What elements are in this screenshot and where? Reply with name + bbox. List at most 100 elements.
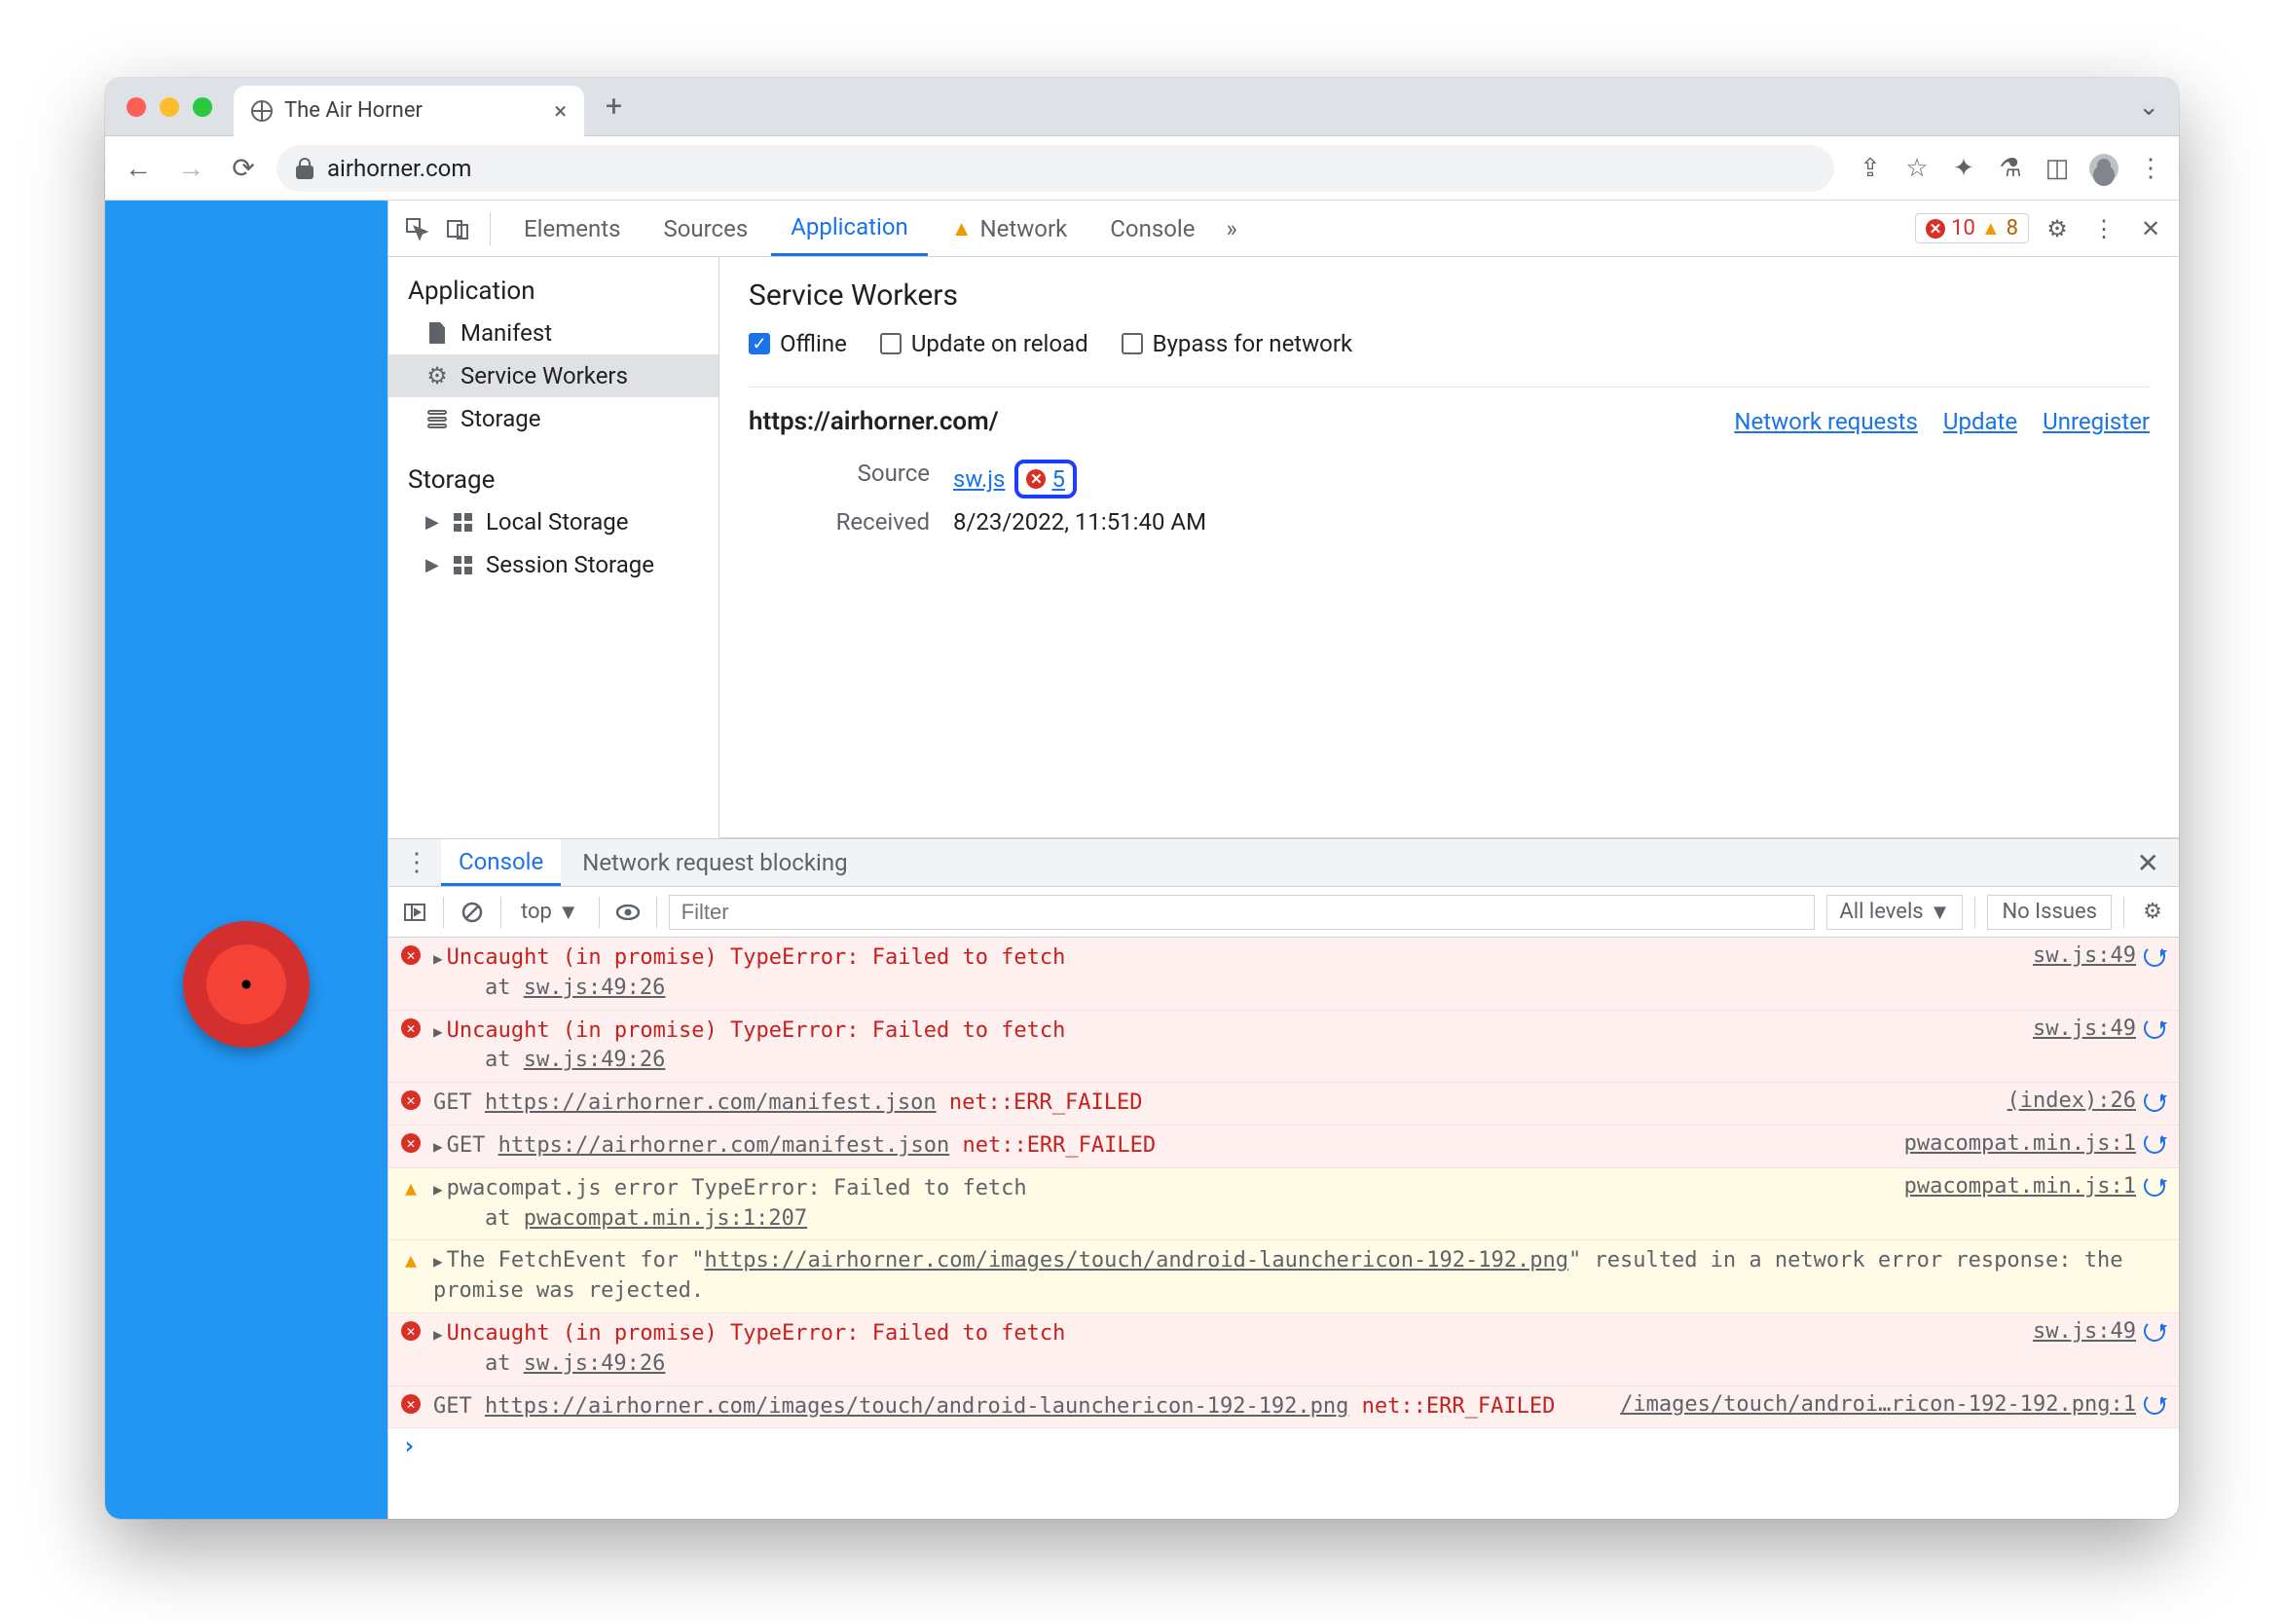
sw-error-badge[interactable]: ✕ 5 [1014,460,1077,498]
console-settings-gear-icon[interactable]: ⚙ [2136,896,2169,929]
close-window-icon[interactable] [127,97,146,117]
extensions-icon[interactable]: ✦ [1949,154,1978,183]
stack-link[interactable]: sw.js:49:26 [524,976,666,1000]
tab-console[interactable]: Console [1090,201,1214,256]
expand-icon[interactable]: ▶ [433,1180,447,1199]
stack-link[interactable]: sw.js:49:26 [524,1351,666,1376]
reload-button[interactable]: ⟳ [224,149,263,188]
share-icon[interactable]: ⇪ [1856,154,1885,183]
reload-icon[interactable] [2144,945,2165,967]
airhorn-button[interactable] [183,921,310,1048]
url-link[interactable]: https://airhorner.com/images/touch/andro… [485,1394,1348,1419]
source-link[interactable]: pwacompat.min.js:1 [1904,1174,2136,1199]
tabs-menu-chevron-icon[interactable]: ⌄ [2138,92,2159,122]
source-link[interactable]: pwacompat.min.js:1 [1904,1131,2136,1156]
tab-application[interactable]: Application [771,201,928,256]
expand-icon[interactable]: ▶ [433,1137,447,1156]
console-error-row[interactable]: ✕GET https://airhorner.com/images/touch/… [388,1386,2179,1429]
back-button[interactable]: ← [119,149,158,188]
context-selector[interactable]: top ▼ [513,900,587,925]
lock-icon[interactable] [296,158,313,179]
more-tabs-icon[interactable]: » [1218,215,1244,242]
expand-icon[interactable]: ▶ [425,512,439,533]
tab-sources[interactable]: Sources [644,201,767,256]
console-error-row[interactable]: ✕▶Uncaught (in promise) TypeError: Faile… [388,1313,2179,1386]
forward-button[interactable]: → [171,149,210,188]
reload-icon[interactable] [2144,1175,2165,1197]
live-expression-icon[interactable] [611,896,645,929]
reload-icon[interactable] [2144,1017,2165,1039]
reload-icon[interactable] [2144,1090,2165,1112]
close-drawer-icon[interactable]: ✕ [2125,847,2171,879]
sidebar-item-storage[interactable]: Storage [388,397,718,440]
close-tab-icon[interactable]: × [554,97,567,125]
drawer-tab-console[interactable]: Console [441,839,561,886]
source-link[interactable]: sw.js:49 [2033,1016,2136,1041]
expand-icon[interactable]: ▶ [425,555,439,575]
tab-network[interactable]: ▲Network [932,201,1087,256]
sidebar-item-manifest[interactable]: Manifest [388,312,718,354]
minimize-window-icon[interactable] [160,97,179,117]
source-link[interactable]: (index):26 [2008,1089,2136,1113]
drawer-kebab-icon[interactable]: ⋮ [396,848,437,877]
source-link[interactable]: /images/touch/androi…ricon-192-192.png:1 [1620,1392,2136,1417]
profile-avatar[interactable] [2089,154,2118,183]
expand-icon[interactable]: ▶ [433,1022,447,1041]
console-sidebar-toggle-icon[interactable] [398,896,431,929]
kebab-menu-icon[interactable]: ⋮ [2136,154,2165,183]
close-devtools-icon[interactable]: ✕ [2132,210,2169,247]
update-on-reload-checkbox[interactable]: Update on reload [880,330,1088,357]
sidebar-item-local-storage[interactable]: ▶ Local Storage [388,500,718,543]
sidebar-item-service-workers[interactable]: ⚙ Service Workers [388,354,718,397]
console-error-row[interactable]: ✕▶Uncaught (in promise) TypeError: Faile… [388,938,2179,1011]
omnibox[interactable]: airhorner.com [276,145,1834,192]
url-link[interactable]: https://airhorner.com/manifest.json [485,1090,937,1115]
maximize-window-icon[interactable] [193,97,212,117]
console-prompt[interactable]: › [388,1428,2179,1463]
url-link[interactable]: https://airhorner.com/images/touch/andro… [705,1248,1568,1273]
unregister-link[interactable]: Unregister [2043,408,2150,435]
error-icon: ✕ [401,1018,421,1038]
source-link[interactable]: sw.js:49 [2033,1319,2136,1344]
stack-link[interactable]: pwacompat.min.js:1:207 [524,1206,807,1231]
url-link[interactable]: https://airhorner.com/manifest.json [498,1133,950,1158]
reload-icon[interactable] [2144,1320,2165,1342]
browser-tab[interactable]: The Air Horner × [234,86,584,136]
source-file-link[interactable]: sw.js [953,465,1005,493]
devtools-kebab-icon[interactable]: ⋮ [2085,210,2122,247]
settings-gear-icon[interactable]: ⚙ [2039,210,2076,247]
sidebar-item-session-storage[interactable]: ▶ Session Storage [388,543,718,586]
console-warning-row[interactable]: ▲▶The FetchEvent for "https://airhorner.… [388,1240,2179,1313]
console-error-row[interactable]: ✕▶GET https://airhorner.com/manifest.jso… [388,1126,2179,1168]
error-warning-counter[interactable]: ✕ 10 ▲ 8 [1915,213,2029,243]
tab-elements[interactable]: Elements [504,201,640,256]
clear-console-icon[interactable] [456,896,489,929]
sw-error-count[interactable]: 5 [1051,465,1065,493]
reload-icon[interactable] [2144,1393,2165,1415]
drawer-tab-network-blocking[interactable]: Network request blocking [565,839,865,886]
offline-checkbox[interactable]: ✓ Offline [749,330,847,357]
source-link[interactable]: sw.js:49 [2033,943,2136,968]
update-link[interactable]: Update [1943,408,2017,435]
bypass-for-network-checkbox[interactable]: Bypass for network [1122,330,1353,357]
log-levels-selector[interactable]: All levels ▼ [1826,895,1963,930]
console-error-row[interactable]: ✕▶Uncaught (in promise) TypeError: Faile… [388,1011,2179,1084]
expand-icon[interactable]: ▶ [433,949,447,968]
new-tab-button[interactable]: + [594,90,634,124]
console-filter-input[interactable] [669,895,1816,930]
issues-button[interactable]: No Issues [1987,895,2112,930]
labs-icon[interactable]: ⚗ [1996,154,2025,183]
network-requests-link[interactable]: Network requests [1734,408,1918,435]
stack-link[interactable]: sw.js:49:26 [524,1048,666,1072]
expand-icon[interactable]: ▶ [433,1252,447,1271]
device-toolbar-icon[interactable] [439,210,476,247]
inspect-element-icon[interactable] [398,210,435,247]
checkbox-checked-icon: ✓ [749,333,770,354]
console-output[interactable]: ✕▶Uncaught (in promise) TypeError: Faile… [388,938,2179,1519]
sidepanel-icon[interactable]: ◫ [2043,154,2072,183]
bookmark-icon[interactable]: ☆ [1902,154,1932,183]
expand-icon[interactable]: ▶ [433,1325,447,1344]
reload-icon[interactable] [2144,1132,2165,1154]
console-error-row[interactable]: ✕GET https://airhorner.com/manifest.json… [388,1083,2179,1126]
console-warning-row[interactable]: ▲▶pwacompat.js error TypeError: Failed t… [388,1168,2179,1241]
